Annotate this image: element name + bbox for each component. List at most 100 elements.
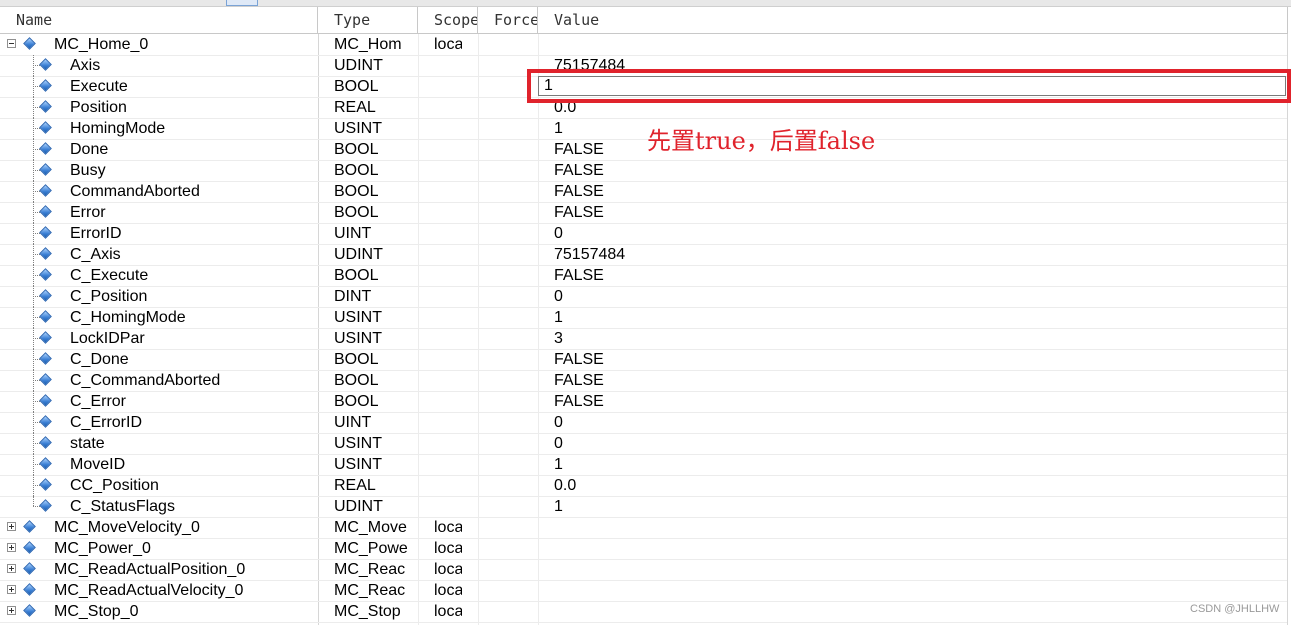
variable-diamond-icon — [23, 541, 36, 554]
value-edit-field[interactable] — [538, 76, 1286, 96]
table-row[interactable]: MC_ReadActualPosition_0 MC_Reac loca — [0, 559, 1287, 581]
table-row[interactable]: MC_Stop_0 MC_Stop loca — [0, 601, 1287, 623]
table-row[interactable]: C_Axis UDINT 75157484 — [0, 244, 1287, 266]
row-value[interactable] — [554, 580, 1254, 601]
row-type: MC_Powe — [334, 540, 408, 557]
table-row[interactable]: CommandAborted BOOL FALSE — [0, 181, 1287, 203]
row-value[interactable] — [554, 601, 1254, 622]
table-row[interactable]: C_Error BOOL FALSE — [0, 391, 1287, 413]
variable-diamond-icon — [39, 226, 52, 239]
row-value[interactable]: FALSE — [554, 391, 1254, 412]
row-name: C_HomingMode — [70, 309, 186, 326]
row-name: Done — [70, 141, 109, 158]
row-scope: loca — [434, 540, 462, 557]
row-scope: loca — [434, 603, 462, 620]
row-scope — [434, 475, 462, 496]
row-scope: loca — [434, 582, 462, 599]
column-header-force[interactable]: Force — [478, 7, 538, 33]
tree-expand-icon[interactable] — [7, 585, 16, 594]
variable-diamond-icon — [23, 562, 36, 575]
row-type: BOOL — [334, 141, 379, 158]
row-value[interactable]: FALSE — [554, 265, 1254, 286]
table-row[interactable]: C_Done BOOL FALSE — [0, 349, 1287, 371]
row-name: Execute — [70, 78, 128, 95]
table-row[interactable]: C_Execute BOOL FALSE — [0, 265, 1287, 287]
tree-expand-icon[interactable] — [7, 606, 16, 615]
row-value[interactable]: 75157484 — [554, 244, 1254, 265]
table-row[interactable]: MC_ReadActualVelocity_0 MC_Reac loca — [0, 580, 1287, 602]
column-header-scope[interactable]: Scope — [418, 7, 478, 33]
table-row[interactable]: C_CommandAborted BOOL FALSE — [0, 370, 1287, 392]
table-row[interactable]: MC_MoveVelocity_0 MC_Move loca — [0, 517, 1287, 539]
row-value[interactable]: FALSE — [554, 202, 1254, 223]
row-scope — [434, 433, 462, 454]
tree-collapse-icon[interactable] — [7, 39, 16, 48]
row-name: Axis — [70, 57, 101, 74]
row-type: DINT — [334, 288, 372, 305]
row-name: C_CommandAborted — [70, 372, 221, 389]
variable-diamond-icon — [39, 58, 52, 71]
row-value[interactable]: 1 — [554, 454, 1254, 475]
row-value[interactable]: 0 — [554, 433, 1254, 454]
table-row[interactable]: MC_Power_0 MC_Powe loca — [0, 538, 1287, 560]
row-name: MC_Power_0 — [54, 540, 151, 557]
row-value[interactable]: 0 — [554, 286, 1254, 307]
table-row[interactable]: CC_Position REAL 0.0 — [0, 475, 1287, 497]
variable-diamond-icon — [39, 121, 52, 134]
table-row[interactable]: Done BOOL FALSE — [0, 139, 1287, 161]
column-header-name[interactable]: Name — [0, 7, 318, 33]
variable-diamond-icon — [39, 310, 52, 323]
table-row[interactable]: Busy BOOL FALSE — [0, 160, 1287, 182]
column-header-type[interactable]: Type — [318, 7, 418, 33]
table-row[interactable]: ErrorID UINT 0 — [0, 223, 1287, 245]
row-scope — [434, 76, 462, 97]
table-row[interactable]: MC_Home_0 MC_Hom loca — [0, 34, 1287, 56]
row-value[interactable]: 1 — [554, 496, 1254, 517]
row-type: USINT — [334, 456, 382, 473]
column-header: Name Type Scope Force Value — [0, 7, 1288, 34]
row-type: MC_Stop — [334, 603, 401, 620]
row-value[interactable]: FALSE — [554, 370, 1254, 391]
annotation-text: 先置true，后置false — [647, 127, 876, 155]
row-value[interactable]: 0 — [554, 223, 1254, 244]
row-value[interactable]: 0 — [554, 412, 1254, 433]
row-scope — [434, 265, 462, 286]
variable-diamond-icon — [39, 457, 52, 470]
row-type: USINT — [334, 120, 382, 137]
column-header-value[interactable]: Value — [538, 7, 1287, 33]
row-value[interactable]: 3 — [554, 328, 1254, 349]
row-value[interactable]: FALSE — [554, 160, 1254, 181]
row-value[interactable]: FALSE — [554, 349, 1254, 370]
variable-diamond-icon — [39, 142, 52, 155]
row-name: C_Execute — [70, 267, 149, 284]
table-row[interactable]: C_Position DINT 0 — [0, 286, 1287, 308]
row-value[interactable] — [554, 538, 1254, 559]
row-value[interactable]: FALSE — [554, 181, 1254, 202]
row-value[interactable] — [554, 34, 1254, 55]
tree-expand-icon[interactable] — [7, 522, 16, 531]
table-row[interactable]: state USINT 0 — [0, 433, 1287, 455]
row-scope: loca — [434, 36, 462, 53]
row-scope — [434, 55, 462, 76]
tree-expand-icon[interactable] — [7, 543, 16, 552]
row-value[interactable] — [554, 559, 1254, 580]
table-row[interactable]: MoveID USINT 1 — [0, 454, 1287, 476]
row-name: C_Axis — [70, 246, 121, 263]
row-scope — [434, 307, 462, 328]
table-row[interactable]: LockIDPar USINT 3 — [0, 328, 1287, 350]
table-row[interactable]: Error BOOL FALSE — [0, 202, 1287, 224]
table-row[interactable]: C_HomingMode USINT 1 — [0, 307, 1287, 329]
table-row[interactable]: HomingMode USINT 1 — [0, 118, 1287, 140]
row-value[interactable]: 0.0 — [554, 475, 1254, 496]
top-tab-strip — [0, 0, 1291, 7]
row-scope: loca — [434, 519, 462, 536]
table-row[interactable]: C_StatusFlags UDINT 1 — [0, 496, 1287, 518]
row-value[interactable] — [554, 517, 1254, 538]
active-tab-marker[interactable] — [226, 0, 258, 6]
row-name: state — [70, 435, 105, 452]
tree-expand-icon[interactable] — [7, 564, 16, 573]
row-type: UINT — [334, 225, 372, 242]
row-scope — [434, 244, 462, 265]
table-row[interactable]: C_ErrorID UINT 0 — [0, 412, 1287, 434]
row-value[interactable]: 1 — [554, 307, 1254, 328]
